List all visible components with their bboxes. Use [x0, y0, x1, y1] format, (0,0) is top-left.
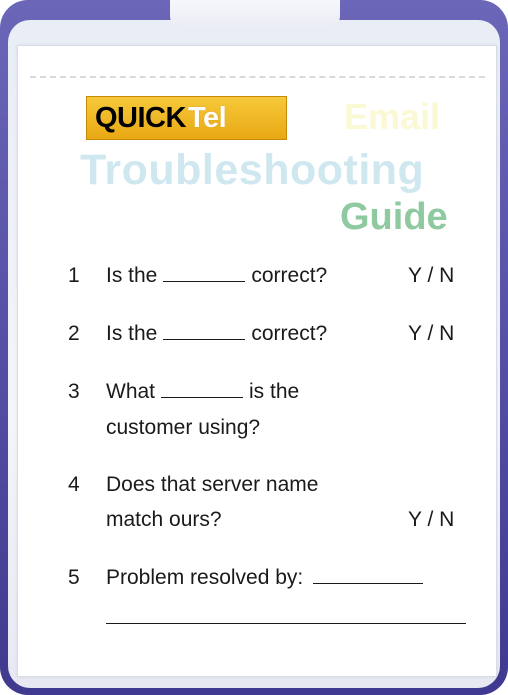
logo-tel: Tel	[187, 101, 227, 134]
title-troubleshooting: Troubleshooting	[80, 146, 425, 194]
quicktel-logo: QUICK Tel	[86, 96, 287, 140]
fill-in-blank[interactable]	[313, 565, 424, 584]
item-text-line-2: match ours?	[106, 508, 222, 531]
item-text-before: Is the	[106, 322, 158, 345]
clipboard-tab	[170, 0, 340, 30]
fill-in-blank[interactable]	[163, 321, 246, 340]
item-text-line-1: What is the	[106, 374, 299, 410]
item-number: 1	[68, 264, 80, 287]
item-text: Is the correct?	[106, 316, 327, 352]
item-number: 5	[68, 566, 80, 589]
item-text-after: is the	[249, 380, 300, 403]
item-text: Problem resolved by:	[106, 560, 429, 596]
yes-no-choice[interactable]: Y / N	[408, 502, 454, 538]
yes-no-choice[interactable]: Y / N	[408, 316, 454, 352]
item-text-line-1: Does that server name	[106, 473, 319, 496]
logo-quick: QUICK	[95, 101, 186, 134]
fill-in-line[interactable]	[106, 623, 466, 624]
item-number: 3	[68, 380, 80, 403]
item-text-after: correct?	[251, 322, 328, 345]
item-text-label: Problem resolved by:	[106, 566, 304, 589]
title-guide: Guide	[340, 196, 448, 238]
item-number: 2	[68, 322, 80, 345]
title-email: Email	[344, 96, 441, 137]
item-text-before: What	[106, 380, 156, 403]
yes-no-choice[interactable]: Y / N	[408, 258, 454, 294]
item-text-line-2: customer using?	[106, 416, 261, 439]
item-number: 4	[68, 473, 80, 496]
perforation-line	[30, 76, 485, 78]
fill-in-blank[interactable]	[163, 263, 246, 282]
item-text-after: correct?	[251, 264, 328, 287]
item-text-before: Is the	[106, 264, 158, 287]
item-text: Is the correct?	[106, 258, 327, 294]
fill-in-blank[interactable]	[161, 379, 244, 398]
